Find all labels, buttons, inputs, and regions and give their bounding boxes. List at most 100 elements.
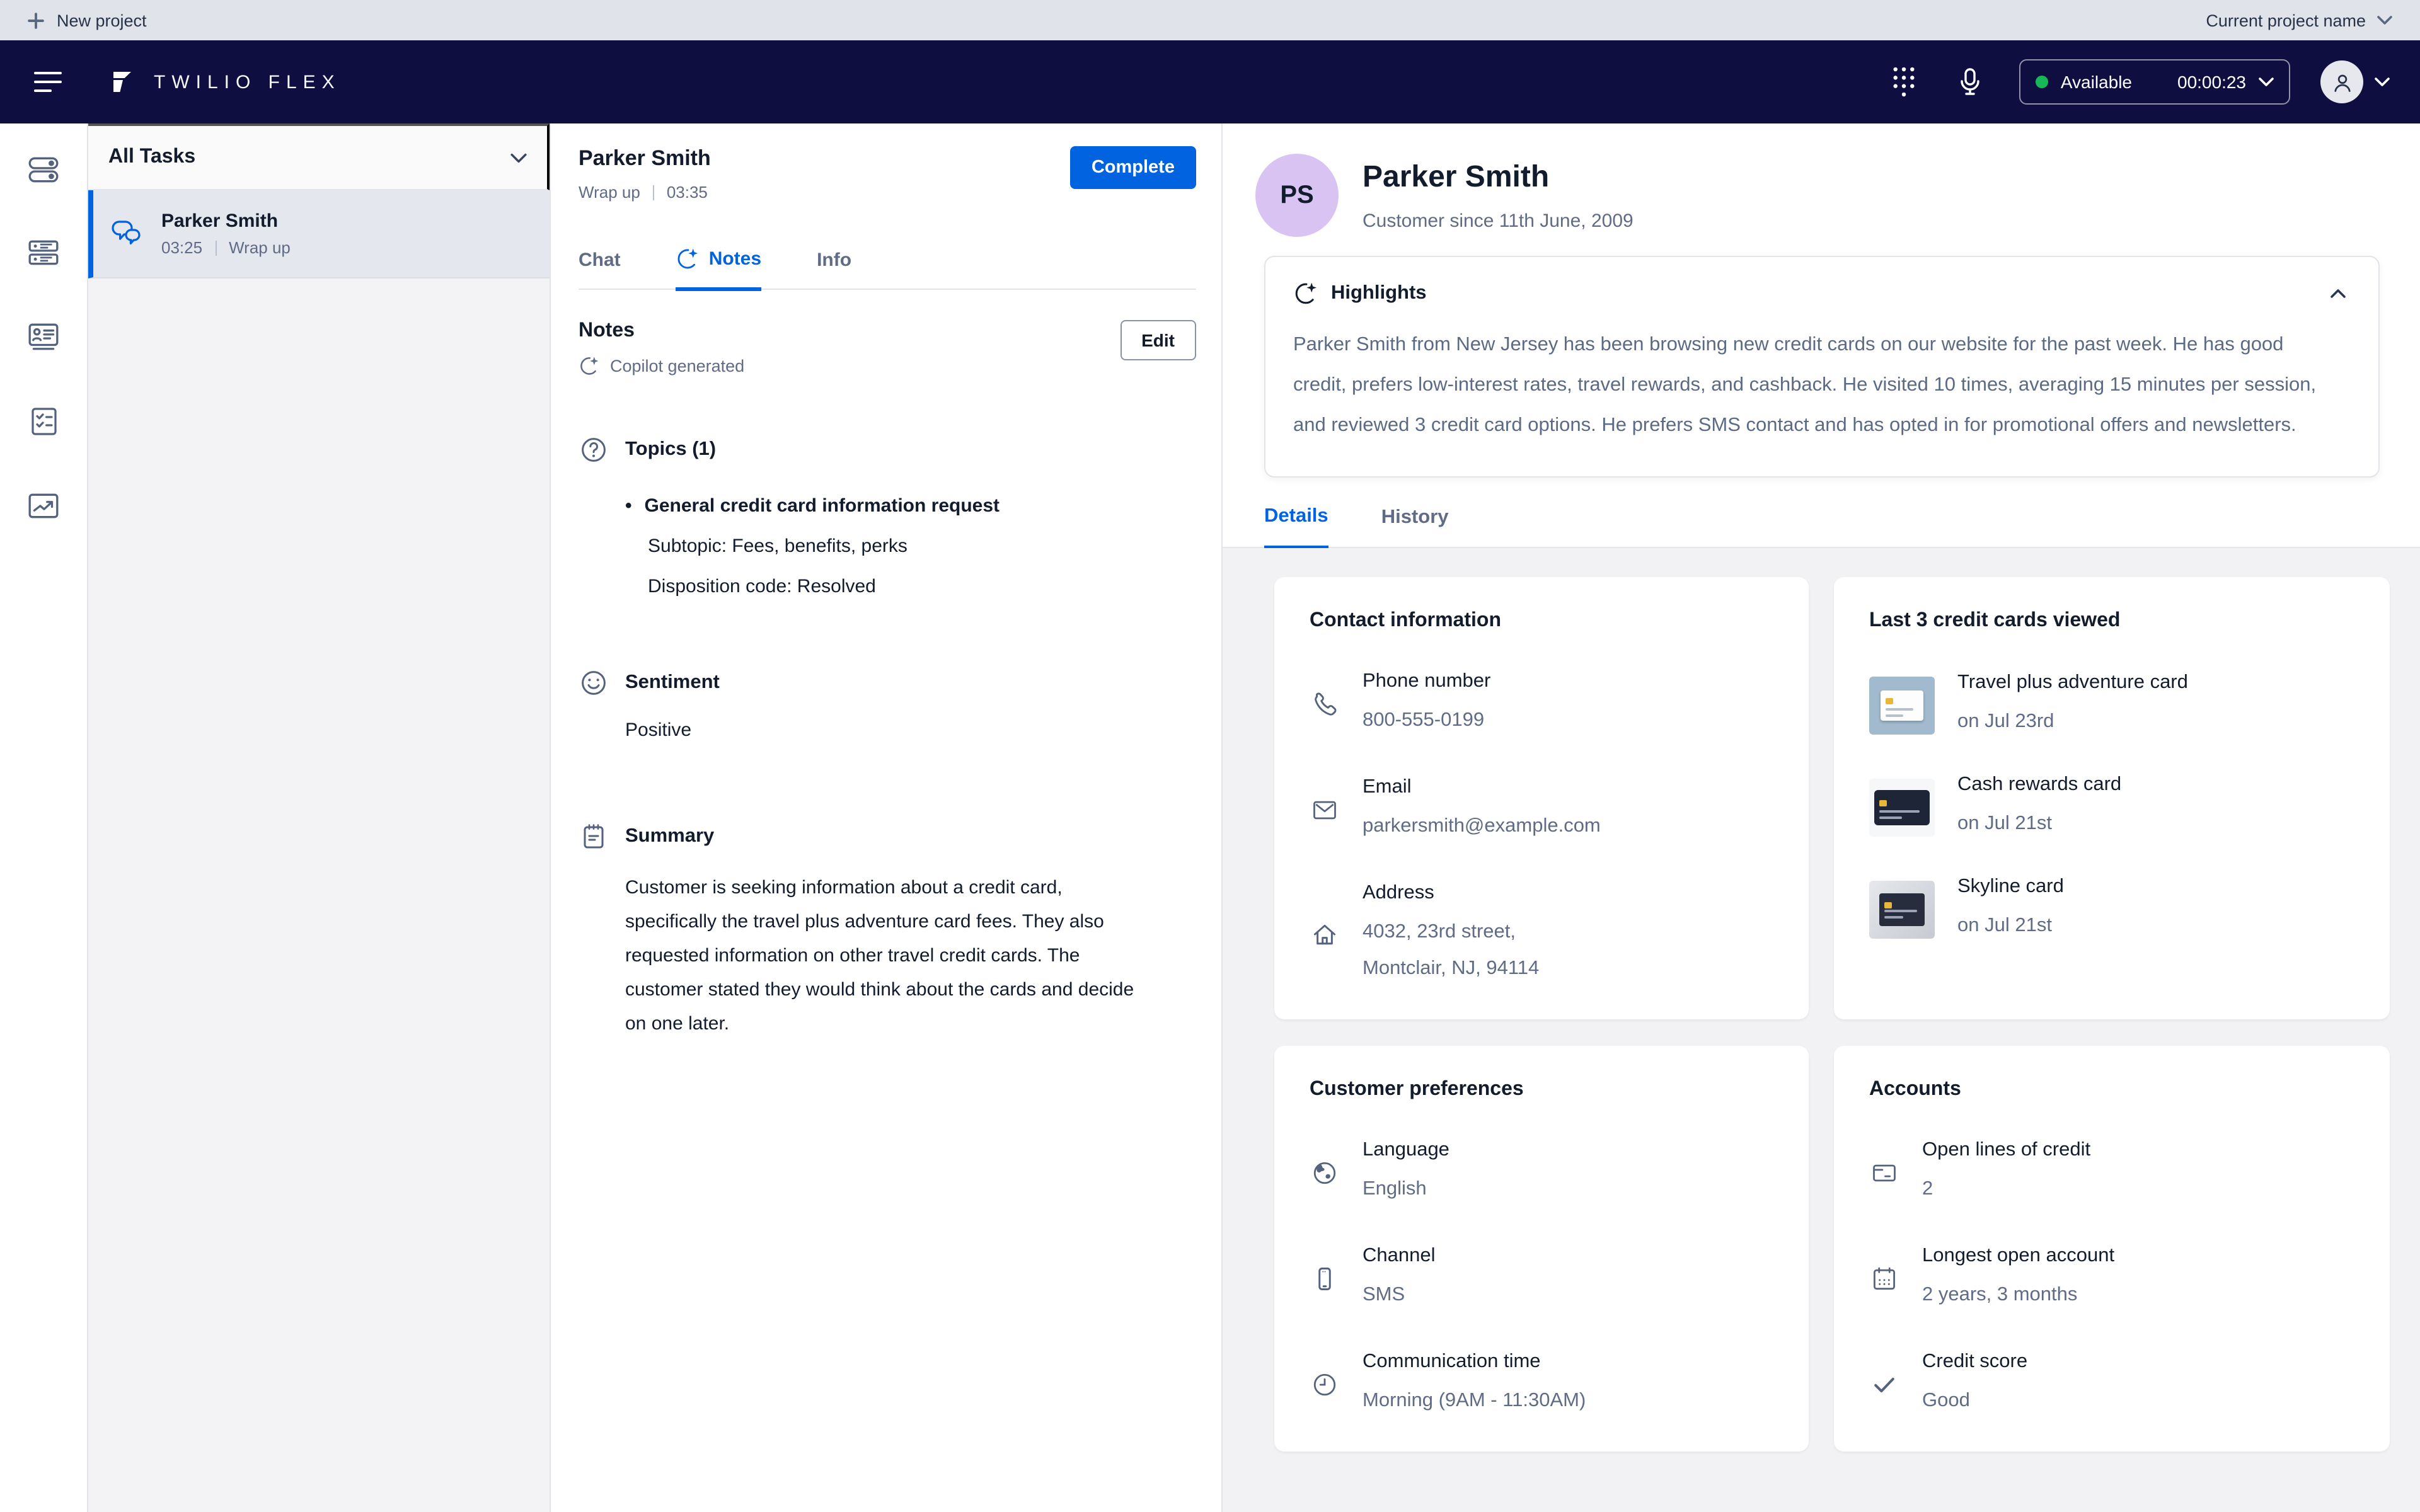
wrapup-timer: 03:35: [667, 183, 708, 202]
task-customer-name: Parker Smith: [161, 210, 291, 232]
field-value: SMS: [1363, 1276, 1436, 1313]
trend-chart-icon: [26, 490, 60, 522]
phone-row: Phone number 800-555-0199: [1310, 670, 1773, 738]
task-filter-dropdown[interactable]: All Tasks: [88, 123, 550, 190]
field-label: Open lines of credit: [1922, 1139, 2090, 1162]
field-value: 2: [1922, 1171, 2090, 1207]
copilot-sparkle-icon: [1293, 281, 1318, 306]
new-project-button[interactable]: New project: [20, 9, 154, 31]
customer-avatar: PS: [1255, 154, 1339, 237]
field-value: 800-555-0199: [1363, 702, 1490, 738]
address-row: Address 4032, 23rd street, Montclair, NJ…: [1310, 882, 1773, 987]
profile-tabs: Details History: [1223, 505, 2420, 548]
brand-name: TWILIO FLEX: [154, 71, 341, 93]
tab-history[interactable]: History: [1381, 505, 1449, 547]
credit-score-row: Credit score Good: [1869, 1351, 2354, 1419]
sidebar-item-agent-controls[interactable]: [26, 154, 60, 185]
highlights-text: Parker Smith from New Jersey has been br…: [1293, 325, 2339, 446]
twilio-flex-logo-icon: [108, 68, 136, 96]
viewed-card-date: on Jul 23rd: [1957, 703, 2188, 740]
field-value: parkersmith@example.com: [1363, 808, 1601, 844]
top-navbar: TWILIO FLEX Available 00:00:23: [0, 40, 2420, 123]
field-label: Email: [1363, 776, 1601, 799]
field-label: Language: [1363, 1139, 1449, 1162]
task-rows-icon: [26, 237, 60, 268]
edit-notes-button[interactable]: Edit: [1120, 320, 1196, 360]
dialpad-icon[interactable]: [1887, 60, 1921, 103]
sentiment-section: Sentiment Positive: [579, 668, 1196, 741]
wrapup-stage: Wrap up: [579, 183, 640, 202]
current-project-label: Current project name: [2206, 11, 2366, 30]
viewed-card-date: on Jul 21st: [1957, 907, 2064, 944]
mobile-phone-icon: [1310, 1265, 1340, 1293]
notes-title: Notes: [579, 320, 744, 343]
clock-icon: [1310, 1371, 1340, 1399]
collapse-chevron-up-icon[interactable]: [2325, 284, 2351, 304]
project-bar: New project Current project name: [0, 0, 2420, 40]
sidebar-item-insights[interactable]: [26, 490, 60, 522]
user-menu[interactable]: [2320, 60, 2390, 103]
tab-notes[interactable]: Notes: [676, 247, 761, 291]
language-row: Language English: [1310, 1139, 1773, 1207]
microphone-icon[interactable]: [1951, 62, 1989, 102]
wrapup-customer-name: Parker Smith: [579, 146, 711, 171]
task-list-panel: All Tasks Parker Smith 03:25 Wrap up: [88, 123, 551, 1512]
hamburger-menu-icon[interactable]: [25, 62, 71, 102]
tab-info[interactable]: Info: [817, 247, 851, 289]
tab-chat[interactable]: Chat: [579, 247, 621, 289]
topic-disposition: Disposition code: Resolved: [648, 576, 1196, 597]
viewed-card-title: Cash rewards card: [1957, 774, 2121, 796]
plus-icon: [28, 12, 44, 28]
chevron-down-icon: [2259, 77, 2274, 87]
field-label: Credit score: [1922, 1351, 2027, 1373]
viewed-card-row: Travel plus adventure card on Jul 23rd: [1869, 672, 2354, 740]
question-circle-icon: [579, 435, 609, 465]
complete-button[interactable]: Complete: [1070, 146, 1196, 189]
highlights-card: Highlights Parker Smith from New Jersey …: [1264, 256, 2380, 478]
field-value: English: [1363, 1171, 1449, 1207]
viewed-card-title: Skyline card: [1957, 876, 2064, 898]
tab-details[interactable]: Details: [1264, 505, 1328, 549]
notepad-icon: [579, 822, 609, 852]
task-time: 03:25: [161, 238, 202, 257]
accounts-card: Accounts Open lines of credit 2: [1834, 1046, 2390, 1452]
credit-card-thumbnail: [1869, 779, 1935, 837]
toggles-icon: [26, 154, 60, 185]
customer-name: Parker Smith: [1363, 160, 1634, 195]
availability-label: Available: [2061, 72, 2132, 92]
globe-icon: [1310, 1159, 1340, 1187]
sidebar-item-task-list[interactable]: [26, 237, 60, 268]
credit-card-thumbnail: [1869, 677, 1935, 735]
brand[interactable]: TWILIO FLEX: [108, 68, 341, 96]
sidebar-item-customers[interactable]: [26, 320, 60, 353]
topic-item: General credit card information request: [645, 495, 1000, 517]
availability-status-selector[interactable]: Available 00:00:23: [2019, 59, 2290, 105]
copilot-sparkle-icon: [676, 247, 700, 271]
card-title: Contact information: [1310, 610, 1773, 633]
envelope-icon: [1310, 796, 1340, 824]
field-label: Address: [1363, 882, 1539, 905]
status-timer: 00:00:23: [2177, 72, 2246, 92]
available-status-dot: [2036, 76, 2048, 88]
house-icon: [1310, 920, 1340, 948]
task-list-item[interactable]: Parker Smith 03:25 Wrap up: [88, 190, 550, 278]
checkmark-icon: [1869, 1371, 1899, 1399]
sidebar-item-queues[interactable]: [27, 404, 60, 438]
current-project-selector[interactable]: Current project name: [2198, 9, 2400, 31]
communication-time-row: Communication time Morning (9AM - 11:30A…: [1310, 1351, 1773, 1419]
highlights-title: Highlights: [1331, 282, 1427, 305]
summary-text: Customer is seeking information about a …: [625, 871, 1155, 1041]
avatar: [2320, 60, 2363, 103]
phone-icon: [1310, 690, 1340, 718]
topic-subtopic: Subtopic: Fees, benefits, perks: [648, 536, 1196, 557]
field-label: Communication time: [1363, 1351, 1586, 1373]
copilot-sparkle-icon: [579, 355, 600, 377]
viewed-card-row: Cash rewards card on Jul 21st: [1869, 774, 2354, 842]
field-value: Good: [1922, 1382, 2027, 1419]
address-line-2: Montclair, NJ, 94114: [1363, 950, 1539, 987]
open-credit-lines-row: Open lines of credit 2: [1869, 1139, 2354, 1207]
contact-information-card: Contact information Phone number 800-555…: [1274, 577, 1809, 1019]
card-title: Last 3 credit cards viewed: [1869, 610, 2354, 633]
calendar-icon: [1869, 1265, 1899, 1293]
checklist-icon: [27, 404, 60, 438]
